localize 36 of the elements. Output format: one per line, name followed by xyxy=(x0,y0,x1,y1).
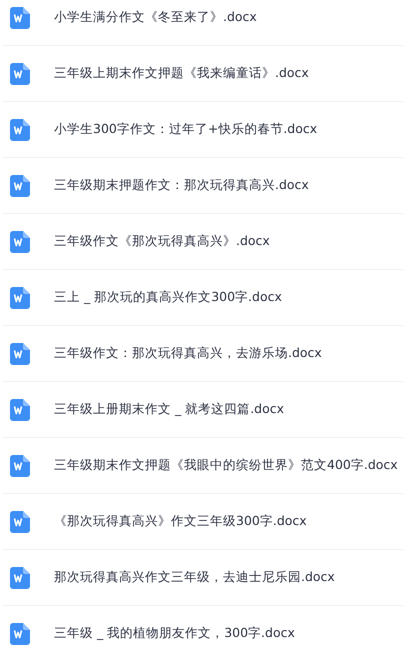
file-row[interactable]: 三年级作文《那次玩得真高兴》.docx xyxy=(2,214,403,270)
file-row[interactable]: 三年级作文：那次玩得真高兴，去游乐场.docx xyxy=(2,326,403,382)
word-document-icon xyxy=(10,398,30,420)
file-row[interactable]: 三年级上期末作文押题《我来编童话》.docx xyxy=(2,46,403,102)
file-name: 小学生300字作文：过年了+快乐的春节.docx xyxy=(54,121,318,138)
file-row[interactable]: 那次玩得真高兴作文三年级，去迪士尼乐园.docx xyxy=(2,550,403,606)
word-document-icon xyxy=(10,62,30,84)
file-name: 小学生满分作文《冬至来了》.docx xyxy=(54,9,257,26)
file-row[interactable]: 《那次玩得真高兴》作文三年级300字.docx xyxy=(2,494,403,550)
file-name: 三年级 _ 我的植物朋友作文，300字.docx xyxy=(54,625,295,642)
file-name: 三年级作文《那次玩得真高兴》.docx xyxy=(54,233,270,250)
word-document-icon xyxy=(10,118,30,140)
word-document-icon xyxy=(10,286,30,308)
word-document-icon xyxy=(10,342,30,364)
file-row[interactable]: 三年级上册期末作文 _ 就考这四篇.docx xyxy=(2,382,403,438)
file-row[interactable]: 三年级 _ 我的植物朋友作文，300字.docx xyxy=(2,606,403,657)
file-name: 三年级期末作文押题《我眼中的缤纷世界》范文400字.docx xyxy=(54,457,398,474)
word-document-icon xyxy=(10,174,30,196)
file-row[interactable]: 小学生300字作文：过年了+快乐的春节.docx xyxy=(2,102,403,158)
file-row[interactable]: 三年级期末作文押题《我眼中的缤纷世界》范文400字.docx xyxy=(2,438,403,494)
word-document-icon xyxy=(10,566,30,588)
file-name: 三年级上期末作文押题《我来编童话》.docx xyxy=(54,65,309,82)
file-row[interactable]: 小学生满分作文《冬至来了》.docx xyxy=(2,0,403,46)
file-row[interactable]: 三年级期末押题作文：那次玩得真高兴.docx xyxy=(2,158,403,214)
word-document-icon xyxy=(10,6,30,28)
word-document-icon xyxy=(10,622,30,644)
file-row[interactable]: 三上 _ 那次玩的真高兴作文300字.docx xyxy=(2,270,403,326)
word-document-icon xyxy=(10,454,30,476)
file-name: 《那次玩得真高兴》作文三年级300字.docx xyxy=(54,513,307,530)
word-document-icon xyxy=(10,510,30,532)
file-name: 三年级作文：那次玩得真高兴，去游乐场.docx xyxy=(54,345,322,362)
word-document-icon xyxy=(10,230,30,252)
file-name: 三年级上册期末作文 _ 就考这四篇.docx xyxy=(54,401,284,418)
file-name: 三年级期末押题作文：那次玩得真高兴.docx xyxy=(54,177,309,194)
file-name: 那次玩得真高兴作文三年级，去迪士尼乐园.docx xyxy=(54,569,335,586)
file-name: 三上 _ 那次玩的真高兴作文300字.docx xyxy=(54,289,282,306)
